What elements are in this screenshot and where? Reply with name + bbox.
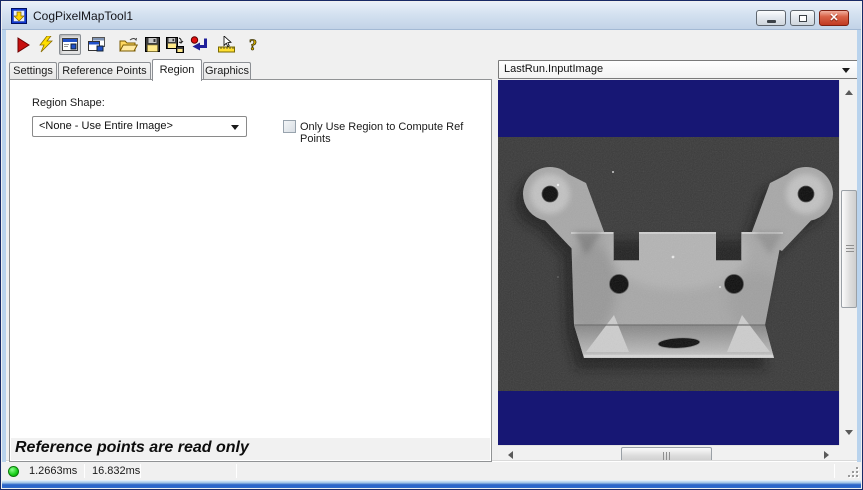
window-border-right bbox=[857, 30, 861, 462]
status-bar: 1.2663ms 16.832ms bbox=[2, 461, 861, 480]
execution-time: 1.2663ms bbox=[29, 465, 78, 477]
thumb-grip-icon bbox=[846, 245, 854, 246]
total-time: 16.832ms bbox=[92, 465, 141, 477]
open-folder-icon bbox=[118, 37, 138, 52]
bracket-photo bbox=[498, 137, 839, 391]
reset-icon bbox=[190, 36, 207, 51]
maximize-button[interactable] bbox=[790, 10, 815, 26]
image-view-dropdown[interactable]: LastRun.InputImage bbox=[498, 60, 858, 79]
help-button[interactable]: ? bbox=[243, 34, 265, 55]
cogpixelmaptool-window: CogPixelMapTool1 ✕ ? Settings Reference … bbox=[0, 0, 863, 490]
save-button[interactable] bbox=[141, 34, 163, 55]
close-icon: ✕ bbox=[829, 11, 839, 24]
new-window-icon bbox=[87, 37, 105, 52]
vertical-scrollbar-thumb[interactable] bbox=[841, 190, 857, 308]
only-use-region-label: Only Use Region to Compute Ref Points bbox=[300, 121, 464, 145]
tab-region[interactable]: Region bbox=[152, 59, 202, 81]
titlebar[interactable]: CogPixelMapTool1 ✕ bbox=[2, 2, 861, 30]
new-result-window-button[interactable] bbox=[85, 34, 107, 55]
window-title: CogPixelMapTool1 bbox=[33, 9, 134, 23]
message-bar: Reference points are read only bbox=[11, 438, 490, 460]
thumb-grip-icon bbox=[662, 452, 664, 460]
reset-button[interactable] bbox=[188, 34, 210, 55]
scroll-right-icon[interactable] bbox=[824, 451, 833, 459]
show-result-window-button[interactable] bbox=[59, 34, 81, 55]
run-button[interactable] bbox=[12, 34, 34, 55]
tab-graphics[interactable]: Graphics bbox=[203, 62, 251, 80]
trigger-button[interactable] bbox=[35, 34, 57, 55]
toolbar: ? bbox=[6, 30, 857, 58]
window-border-left bbox=[2, 30, 6, 462]
only-use-region-checkbox[interactable] bbox=[283, 120, 296, 133]
close-button[interactable]: ✕ bbox=[819, 10, 849, 26]
resize-grip[interactable] bbox=[846, 465, 858, 477]
region-tab-page: Region Shape: <None - Use Entire Image> … bbox=[9, 79, 492, 462]
save-as-icon bbox=[166, 36, 184, 53]
chevron-down-icon bbox=[842, 67, 850, 77]
tab-reference-points[interactable]: Reference Points bbox=[58, 62, 151, 80]
window-border-bottom bbox=[2, 480, 861, 488]
save-as-button[interactable] bbox=[164, 34, 186, 55]
restore-icon bbox=[798, 14, 807, 22]
lightning-icon bbox=[39, 36, 53, 53]
vertical-scrollbar[interactable] bbox=[839, 80, 858, 445]
svg-text:?: ? bbox=[249, 37, 257, 54]
horizontal-scrollbar-thumb[interactable] bbox=[621, 447, 712, 462]
tab-settings[interactable]: Settings bbox=[9, 62, 57, 80]
region-shape-label: Region Shape: bbox=[32, 97, 105, 109]
scroll-down-icon[interactable] bbox=[845, 430, 853, 439]
help-icon: ? bbox=[249, 36, 258, 54]
open-button[interactable] bbox=[117, 34, 139, 55]
app-icon[interactable] bbox=[11, 8, 27, 24]
measure-button[interactable] bbox=[215, 34, 237, 55]
run-icon bbox=[17, 36, 30, 53]
scroll-up-icon[interactable] bbox=[845, 86, 853, 95]
minimize-button[interactable] bbox=[756, 10, 786, 26]
status-ok-icon bbox=[8, 466, 19, 477]
chevron-down-icon bbox=[231, 124, 239, 134]
region-shape-dropdown[interactable]: <None - Use Entire Image> bbox=[32, 116, 247, 137]
minimize-icon bbox=[766, 19, 776, 23]
save-icon bbox=[144, 37, 160, 52]
readonly-message: Reference points are read only bbox=[15, 439, 249, 456]
pointer-ruler-icon bbox=[217, 36, 235, 53]
image-display[interactable] bbox=[498, 80, 839, 445]
scroll-left-icon[interactable] bbox=[504, 451, 513, 459]
result-window-icon bbox=[62, 38, 78, 51]
